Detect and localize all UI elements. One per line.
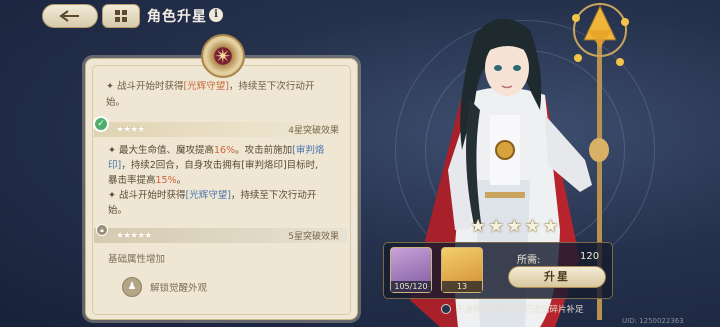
4-star-effect-description: ✦ 最大生命值、魔攻提高16%。攻击前施加[审判烙 印]，持续2回合，自身攻击拥有… [108, 143, 340, 218]
back-arrow-icon [59, 10, 79, 22]
required-label: 所需: [517, 255, 541, 266]
effect-line: 暴击率提高15%。 [108, 175, 187, 186]
section-header-5-star: ★★★★★ 5星突破效果 [94, 228, 347, 243]
check-icon: ✓ [93, 116, 109, 132]
lock-icon: 🔒︎ [96, 224, 108, 236]
star-icon: ★ [470, 216, 487, 237]
use-fragments-radio[interactable] [441, 304, 451, 314]
effect-line: ✦ 最大生命值、魔攻提高16%。攻击前施加[审判烙 [108, 145, 325, 156]
star-icon: ★ [488, 216, 505, 237]
portrait-icon: ♟ [122, 277, 142, 297]
star-effects-panel[interactable]: ✦ 战斗开始时获得[光辉守望]，持续至下次行动开 始。 ★★★★ 4星突破效果 … [85, 58, 358, 320]
star-icon: ★ [506, 216, 523, 237]
mini-stars-icon: ★★★★ [116, 124, 145, 135]
effect-line: ✦ 战斗开始时获得[光辉守望]，持续至下次行动开 [108, 190, 317, 201]
previous-effect-fragment: ✦ 战斗开始时获得[光辉守望]，持续至下次行动开 始。 [106, 81, 315, 108]
page-title: 角色升星 [147, 9, 207, 25]
base-attribute-text: 基础属性增加 [108, 254, 166, 265]
section-label-5-star: 5星突破效果 [288, 232, 339, 242]
home-button[interactable] [102, 4, 140, 28]
star-icon: ★ [524, 216, 541, 237]
section-header-4-star: ★★★★ 4星突破效果 [94, 122, 347, 137]
memory-fragment-item[interactable]: 13 [441, 247, 483, 293]
star-icon: ★ [542, 216, 559, 237]
star-rating: ★ ★ ★ ★ ★ [470, 216, 559, 237]
item-count: 105/120 [391, 281, 431, 292]
required-value: 120 [580, 251, 600, 262]
grid-menu-icon [115, 10, 127, 22]
use-fragments-label[interactable]: 不消耗是否使用不朽追忆碎片补足 [456, 303, 584, 315]
star-emblem-icon: ✴ [201, 34, 245, 78]
effect-line: 印]，持续2回合，自身攻击拥有[审判烙印]目标时, [108, 160, 319, 171]
unlock-awakening-label: 解锁觉醒外观 [150, 283, 208, 294]
back-button[interactable] [42, 4, 98, 28]
uid-text: UID: 1250022363 [622, 317, 684, 325]
unlock-awakening-row[interactable]: ♟ 解锁觉醒外观 [122, 277, 207, 297]
item-count: 13 [442, 281, 482, 292]
mini-stars-icon: ★★★★★ [116, 230, 152, 241]
character-fragment-item[interactable]: 105/120 [390, 247, 432, 293]
upgrade-star-button[interactable]: 升星 [508, 266, 606, 288]
section-label-4-star: 4星突破效果 [288, 126, 339, 136]
effect-line: 始。 [108, 205, 128, 216]
info-icon[interactable]: i [209, 8, 223, 22]
